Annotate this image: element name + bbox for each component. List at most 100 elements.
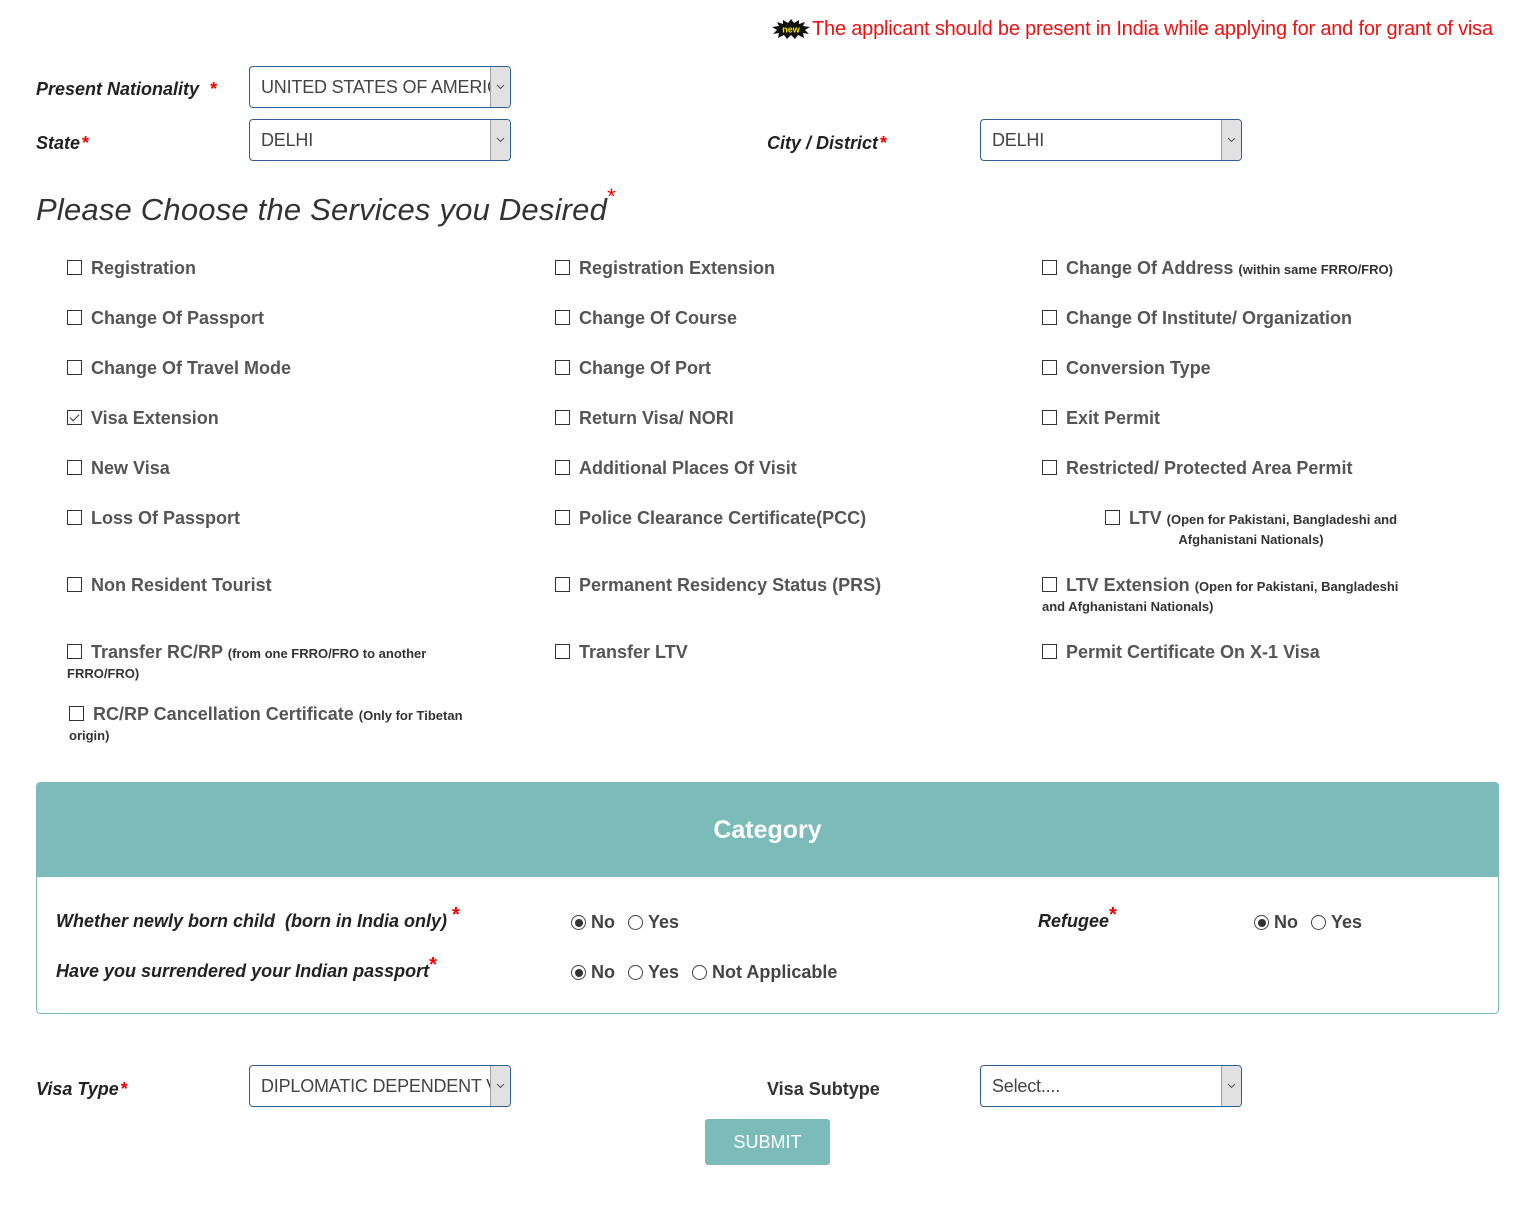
service-checkbox[interactable] <box>67 460 82 475</box>
radio-button[interactable] <box>628 915 643 930</box>
chevron-down-icon[interactable] <box>490 120 510 160</box>
radio-option-no[interactable]: No <box>571 912 615 933</box>
service-checkbox[interactable] <box>1042 310 1057 325</box>
chevron-down-icon[interactable] <box>490 67 510 107</box>
radio-label: Yes <box>648 912 680 932</box>
service-label: Visa Extension <box>91 408 219 428</box>
service-item[interactable]: Return Visa/ NORI <box>555 409 734 428</box>
service-item[interactable]: Conversion Type <box>1042 359 1211 378</box>
service-checkbox[interactable] <box>555 410 570 425</box>
service-item[interactable]: Restricted/ Protected Area Permit <box>1042 459 1352 478</box>
service-label: Change Of Address <box>1066 258 1234 278</box>
service-item[interactable]: LTV Extension (Open for Pakistani, Bangl… <box>1042 576 1422 616</box>
service-checkbox[interactable] <box>555 510 570 525</box>
radio-option-yes[interactable]: Yes <box>628 912 679 933</box>
notice-banner: new The applicant should be present in I… <box>772 14 1499 44</box>
city-label: City / District * <box>767 133 887 154</box>
service-checkbox[interactable] <box>1042 644 1057 659</box>
service-item[interactable]: RC/RP Cancellation Certificate (Only for… <box>69 705 469 745</box>
service-checkbox[interactable] <box>555 644 570 659</box>
service-item[interactable]: Exit Permit <box>1042 409 1160 428</box>
passport-surrender-question-text: Have you surrendered your Indian passpor… <box>56 961 430 981</box>
service-checkbox[interactable] <box>67 510 82 525</box>
service-item[interactable]: Change Of Passport <box>67 309 264 328</box>
service-checkbox[interactable] <box>67 360 82 375</box>
service-checkbox[interactable] <box>1042 460 1057 475</box>
service-checkbox[interactable] <box>67 577 82 592</box>
newborn-radio-group: No Yes <box>571 912 692 933</box>
service-checkbox[interactable] <box>555 360 570 375</box>
service-item[interactable]: Additional Places Of Visit <box>555 459 797 478</box>
service-item[interactable]: Registration <box>67 259 196 278</box>
radio-option-no[interactable]: No <box>1254 912 1298 933</box>
radio-button[interactable] <box>1311 915 1326 930</box>
service-checkbox[interactable] <box>67 410 82 425</box>
service-label: Change Of Travel Mode <box>91 358 292 378</box>
service-item[interactable]: LTV (Open for Pakistani, Bangladeshi and… <box>1065 509 1437 549</box>
service-item[interactable]: Permit Certificate On X-1 Visa <box>1042 643 1320 662</box>
service-label: Change Of Port <box>579 358 712 378</box>
service-checkbox[interactable] <box>67 260 82 275</box>
radio-button[interactable] <box>571 965 586 980</box>
state-value: DELHI <box>261 129 314 150</box>
radio-button[interactable] <box>628 965 643 980</box>
service-item[interactable]: Change Of Address (within same FRRO/FRO) <box>1042 259 1393 279</box>
chevron-down-icon[interactable] <box>1221 120 1241 160</box>
nationality-label-text: Present Nationality <box>36 79 200 99</box>
service-item[interactable]: Change Of Port <box>555 359 711 378</box>
service-item[interactable]: Transfer LTV <box>555 643 688 662</box>
service-item[interactable]: Transfer RC/RP (from one FRRO/FRO to ano… <box>67 643 437 683</box>
service-checkbox[interactable] <box>1042 410 1057 425</box>
passport-surrender-radio-group: No Yes Not Applicable <box>571 962 850 983</box>
service-checkbox[interactable] <box>555 577 570 592</box>
state-label-text: State <box>36 133 81 153</box>
service-item[interactable]: Non Resident Tourist <box>67 576 272 595</box>
radio-label: Not Applicable <box>712 962 838 982</box>
radio-option-yes[interactable]: Yes <box>628 962 679 983</box>
radio-label: No <box>591 912 615 932</box>
submit-button[interactable]: SUBMIT <box>705 1119 830 1165</box>
visa-type-select[interactable]: DIPLOMATIC DEPENDENT VISA <box>249 1065 511 1107</box>
radio-option-not-applicable[interactable]: Not Applicable <box>692 962 837 983</box>
service-checkbox[interactable] <box>67 644 82 659</box>
city-label-text: City / District <box>767 133 879 153</box>
service-checkbox[interactable] <box>555 460 570 475</box>
service-checkbox[interactable] <box>1104 510 1120 525</box>
radio-option-yes[interactable]: Yes <box>1311 912 1362 933</box>
city-select[interactable]: DELHI <box>980 119 1242 161</box>
service-item[interactable]: Loss Of Passport <box>67 509 240 528</box>
city-value: DELHI <box>992 129 1045 150</box>
radio-label: No <box>1274 912 1298 932</box>
radio-button[interactable] <box>571 915 586 930</box>
service-item[interactable]: New Visa <box>67 459 170 478</box>
service-checkbox[interactable] <box>67 310 82 325</box>
radio-option-no[interactable]: No <box>571 962 615 983</box>
service-label: Change Of Course <box>579 308 738 328</box>
category-header: Category <box>37 783 1498 877</box>
visa-subtype-select[interactable]: Select.... <box>980 1065 1242 1107</box>
service-checkbox[interactable] <box>555 260 570 275</box>
service-checkbox[interactable] <box>1042 577 1057 592</box>
state-select[interactable]: DELHI <box>249 119 511 161</box>
nationality-value: UNITED STATES OF AMERICA <box>261 76 490 97</box>
service-item[interactable]: Registration Extension <box>555 259 775 278</box>
service-item[interactable]: Change Of Institute/ Organization <box>1042 309 1352 328</box>
service-checkbox[interactable] <box>69 706 84 721</box>
service-item[interactable]: Police Clearance Certificate(PCC) <box>555 509 866 528</box>
chevron-down-icon[interactable] <box>1221 1066 1241 1106</box>
chevron-down-icon[interactable] <box>490 1066 510 1106</box>
svg-text:new: new <box>782 25 801 35</box>
service-item[interactable]: Permanent Residency Status (PRS) <box>555 576 881 595</box>
services-heading: Please Choose the Services you Desired* <box>36 184 616 228</box>
required-marker: * <box>429 954 437 976</box>
service-checkbox[interactable] <box>555 310 570 325</box>
service-checkbox[interactable] <box>1042 260 1057 275</box>
service-item[interactable]: Visa Extension <box>67 409 219 428</box>
radio-button[interactable] <box>692 965 708 980</box>
service-checkbox[interactable] <box>1042 360 1057 375</box>
service-item[interactable]: Change Of Travel Mode <box>67 359 291 378</box>
nationality-select[interactable]: UNITED STATES OF AMERICA <box>249 66 511 108</box>
radio-button[interactable] <box>1254 915 1269 930</box>
service-item[interactable]: Change Of Course <box>555 309 737 328</box>
service-label: Non Resident Tourist <box>91 575 272 595</box>
